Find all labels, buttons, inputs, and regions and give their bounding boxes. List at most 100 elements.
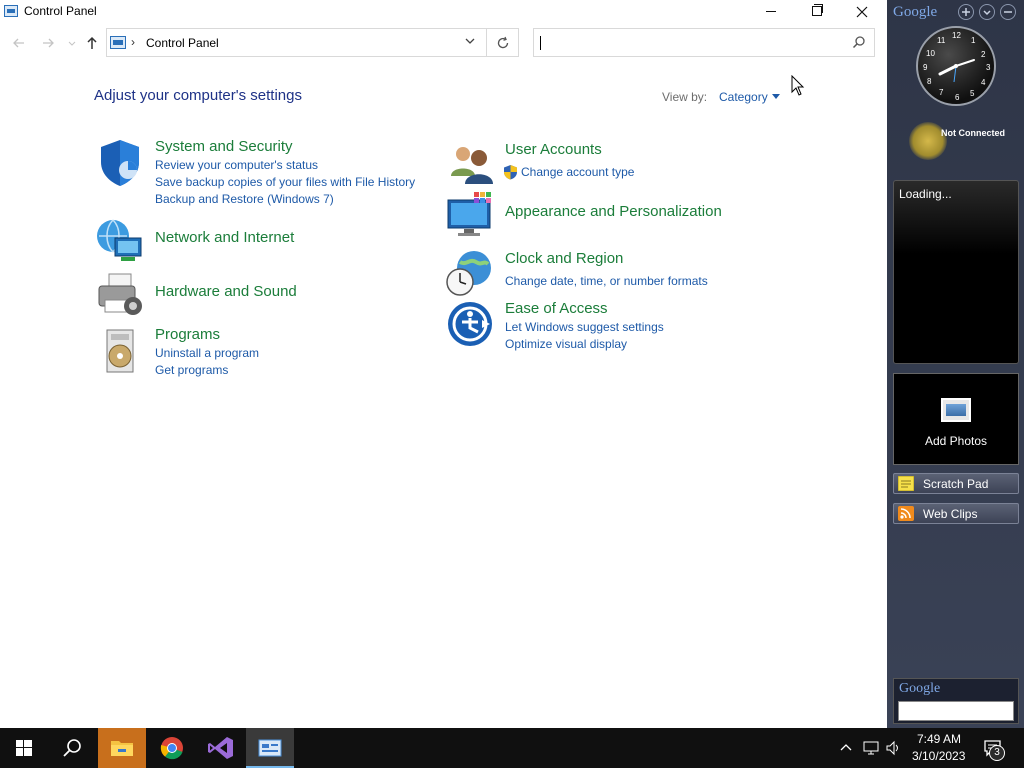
google-search-gadget: Google [893,678,1019,724]
google-desktop-sidebar: Google 12 1 2 3 4 5 6 7 8 9 10 11 Not Co… [887,0,1024,728]
plus-icon [962,8,970,16]
title-bar: Control Panel [0,0,887,24]
refresh-icon [497,36,508,49]
shield-icon [101,140,139,186]
file-history-link[interactable]: Save backup copies of your files with Fi… [155,175,415,189]
recent-locations-button[interactable] [63,34,81,52]
users-icon [451,147,493,184]
network-and-internet-link[interactable]: Network and Internet [155,229,294,246]
control-panel-taskbar-button[interactable] [246,728,294,768]
search-input[interactable] [533,28,875,57]
analog-clock-gadget[interactable]: 12 1 2 3 4 5 6 7 8 9 10 11 [916,26,996,106]
search-icon [63,739,81,757]
change-formats-link[interactable]: Change date, time, or number formats [505,274,708,288]
dropdown-caret-icon[interactable] [772,94,780,99]
feed-loading-text: Loading... [899,187,952,201]
ease-of-access-link[interactable]: Ease of Access [505,300,608,317]
arrow-left-icon [13,38,24,48]
sidebar-menu-button[interactable] [979,4,995,20]
suggest-settings-link[interactable]: Let Windows suggest settings [505,320,664,334]
page-title: Adjust your computer's settings [94,87,302,104]
web-clips-label: Web Clips [923,507,978,521]
arrow-right-icon [43,38,54,48]
forward-button[interactable] [39,34,57,52]
clock-globe-icon [446,251,491,296]
control-panel-icon [258,739,282,757]
sidebar-minimize-button[interactable] [1000,4,1016,20]
search-button[interactable] [48,728,96,768]
google-search-input[interactable] [898,701,1014,721]
mouse-cursor-icon [791,75,805,96]
clock-time[interactable]: 7:49 AM [917,732,961,746]
window-title: Control Panel [24,4,97,18]
scratch-pad-gadget[interactable]: Scratch Pad [893,473,1019,494]
chevron-down-icon [68,41,76,46]
review-status-link[interactable]: Review your computer's status [155,158,318,172]
rss-icon [898,506,914,521]
network-icon [97,219,142,261]
google-logo: Google [899,681,941,696]
visual-studio-taskbar-button[interactable] [197,728,245,768]
chevron-down-icon [465,38,475,44]
uac-shield-icon [504,165,517,180]
network-tray-icon[interactable] [862,740,880,756]
uninstall-program-link[interactable]: Uninstall a program [155,346,259,360]
arrow-up-icon [87,36,97,49]
refresh-button[interactable] [487,28,519,57]
up-button[interactable] [83,34,101,52]
connection-status-text: Not Connected [941,128,1005,138]
google-logo: Google [893,4,938,20]
taskbar: 7:49 AM 3/10/2023 3 [0,728,1024,768]
chevron-down-icon [983,10,991,16]
printer-icon [98,273,142,315]
view-by-label: View by: [662,90,708,104]
view-by-dropdown[interactable]: Category [719,90,768,104]
programs-icon [106,329,134,373]
appearance-link[interactable]: Appearance and Personalization [505,203,722,220]
add-photos-label[interactable]: Add Photos [894,434,1018,448]
search-icon[interactable] [852,35,866,52]
chrome-icon [160,737,183,760]
scratch-pad-label: Scratch Pad [923,477,989,491]
optimize-display-link[interactable]: Optimize visual display [505,337,627,351]
clock-hands-icon [938,59,975,83]
add-gadget-button[interactable] [958,4,974,20]
web-clips-gadget[interactable]: Web Clips [893,503,1019,524]
text-cursor [540,36,541,50]
photo-icon [941,398,971,422]
control-panel-icon [4,5,18,17]
sticky-note-icon [898,476,914,491]
chevron-up-icon[interactable] [838,741,854,755]
news-feed-gadget[interactable]: Loading... [893,180,1019,364]
restore-button[interactable] [793,0,839,24]
hardware-and-sound-link[interactable]: Hardware and Sound [155,283,297,300]
back-button[interactable] [10,34,28,52]
address-bar[interactable]: › Control Panel [106,28,487,57]
ease-of-access-icon [448,302,492,346]
breadcrumb-control-panel[interactable]: Control Panel [146,36,219,50]
notification-count-badge: 3 [989,745,1005,761]
visual-studio-icon [208,737,233,759]
backup-restore-link[interactable]: Backup and Restore (Windows 7) [155,192,334,206]
file-explorer-taskbar-button[interactable] [98,728,146,768]
clock-date[interactable]: 3/10/2023 [912,749,965,763]
close-button[interactable] [839,0,885,24]
photos-gadget[interactable]: Add Photos [893,373,1019,465]
windows-logo-icon [16,740,32,756]
system-and-security-link[interactable]: System and Security [155,138,293,155]
user-accounts-link[interactable]: User Accounts [505,141,602,158]
volume-icon[interactable] [885,740,901,756]
folder-icon [111,741,133,756]
minimize-button[interactable] [748,0,794,24]
close-icon [856,6,868,18]
control-panel-icon [110,36,126,49]
breadcrumb-separator: › [131,35,135,49]
clock-and-region-link[interactable]: Clock and Region [505,250,623,267]
address-dropdown-button[interactable] [463,34,477,51]
programs-link[interactable]: Programs [155,326,220,343]
chrome-taskbar-button[interactable] [148,728,196,768]
control-panel-window: Control Panel › Control Panel Adjust you… [0,0,887,728]
start-button[interactable] [0,728,48,768]
change-account-type-link[interactable]: Change account type [521,165,634,179]
get-programs-link[interactable]: Get programs [155,363,228,377]
